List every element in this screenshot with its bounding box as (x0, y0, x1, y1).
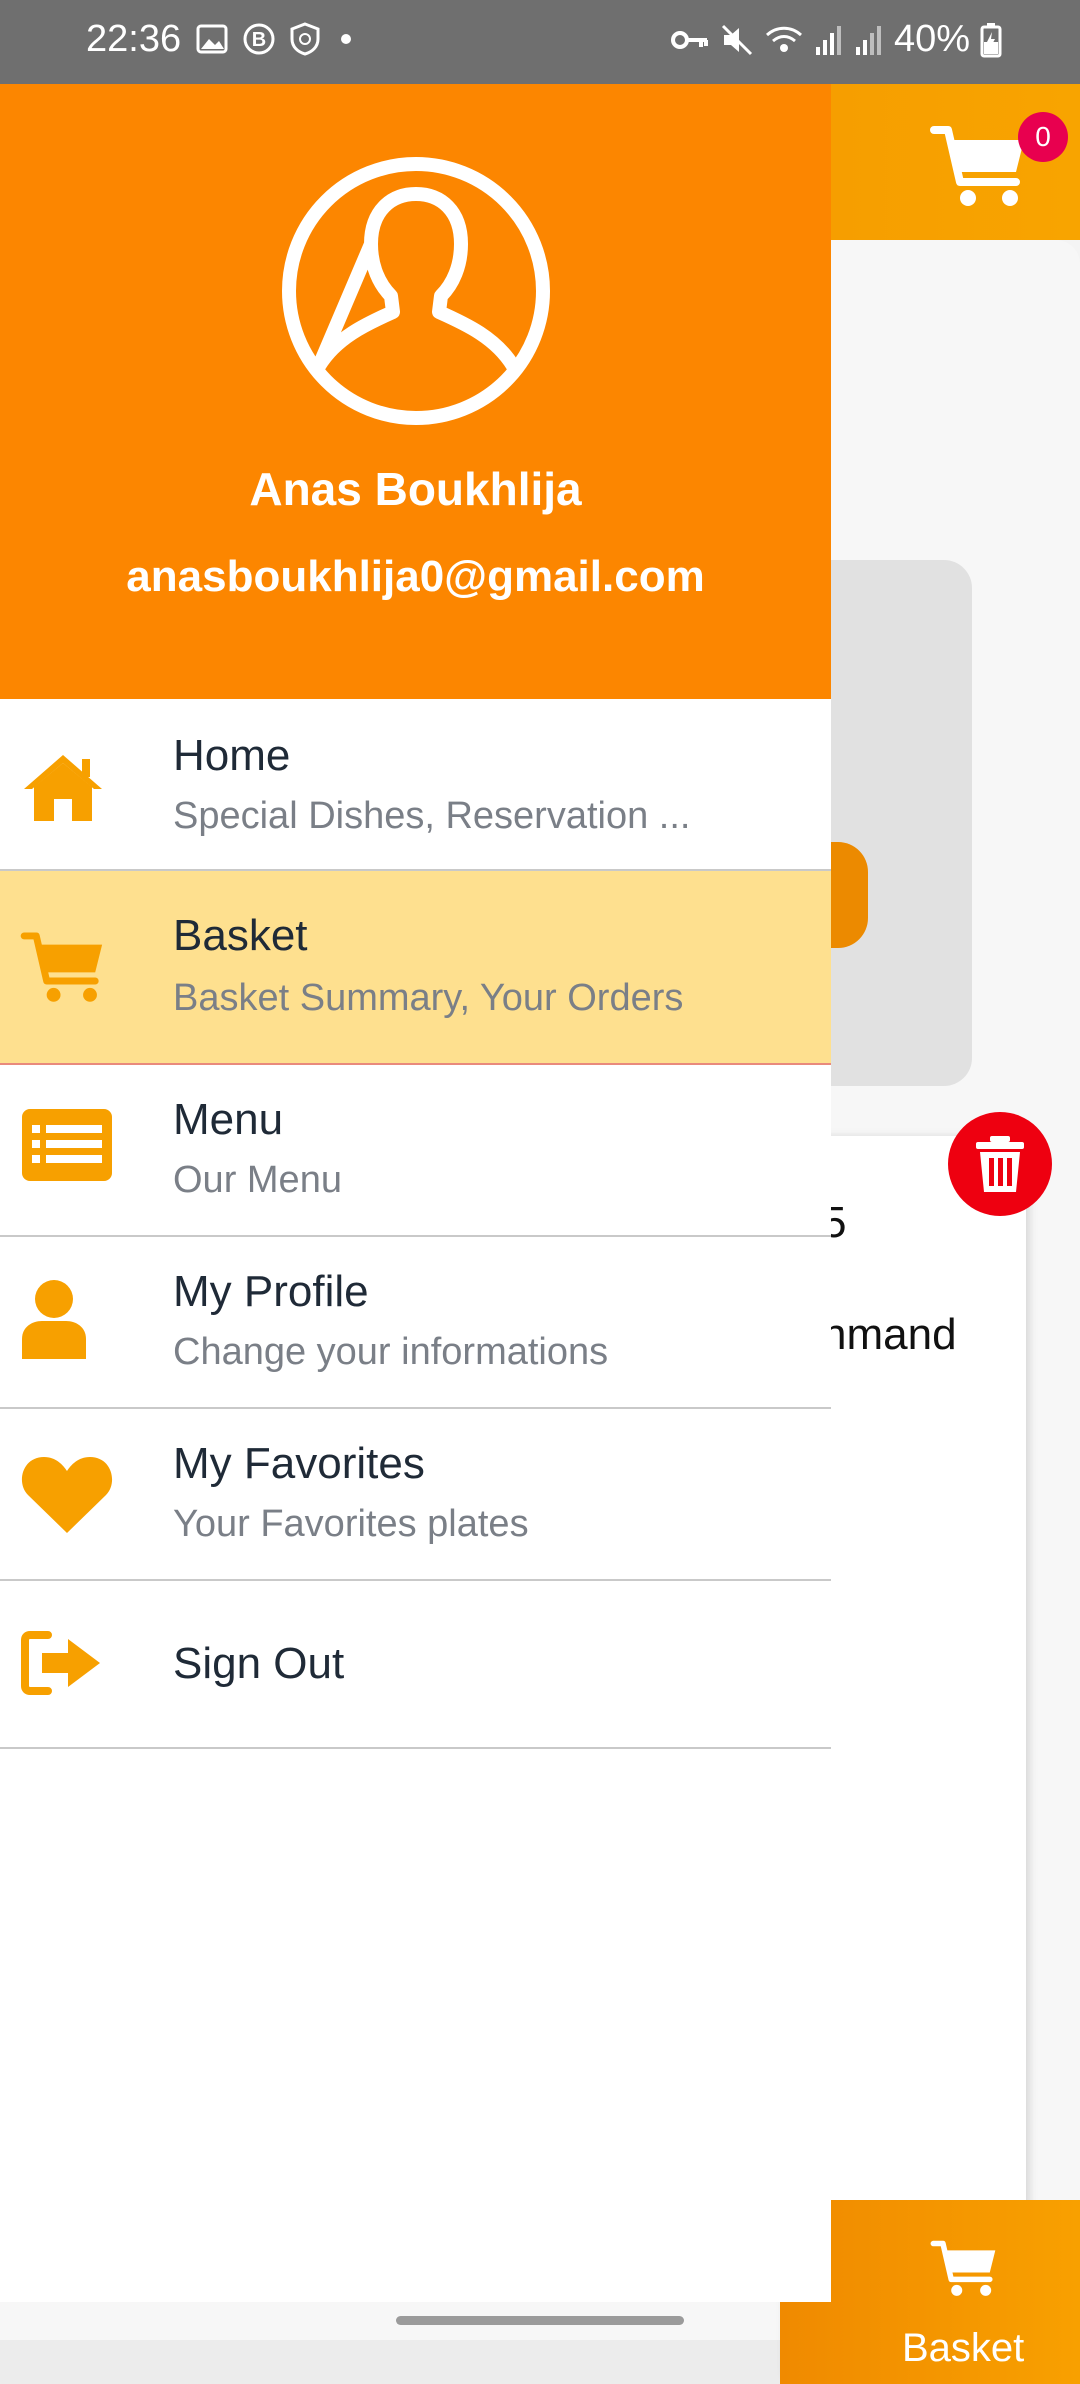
battery-icon (980, 22, 1002, 57)
drawer-item-title: My Favorites (173, 1439, 425, 1488)
drawer-item-title: My Profile (173, 1267, 369, 1316)
drawer-item-subtitle: Change your informations (173, 1331, 609, 1373)
drawer-item-profile[interactable]: My Profile Change your informations (0, 1237, 831, 1409)
drawer-item-sign-out[interactable]: Sign Out (0, 1581, 831, 1749)
cart-count-badge: 0 (1018, 112, 1068, 162)
drawer-item-title: Sign Out (173, 1639, 345, 1688)
svg-text:B: B (252, 29, 266, 51)
status-left-icons: B (196, 22, 358, 56)
drawer-item-menu[interactable]: Menu Our Menu (0, 1065, 831, 1237)
order-card-text: nmand (822, 1310, 957, 1359)
navigation-drawer: Anas Boukhlija anasboukhlija0@gmail.com … (0, 84, 831, 2302)
status-time: 22:36 (86, 18, 182, 60)
home-icon (24, 755, 102, 821)
battery-percent: 40% (893, 18, 970, 60)
gesture-nav-bar[interactable] (396, 2316, 684, 2325)
delete-button[interactable] (948, 1112, 1052, 1216)
shield-icon (290, 22, 320, 56)
cart-icon[interactable] (930, 122, 1030, 212)
menu-list-icon (22, 1109, 112, 1181)
avatar-icon[interactable] (281, 156, 551, 426)
heart-icon (21, 1457, 113, 1533)
dot-icon (341, 34, 351, 44)
drawer-item-title: Home (173, 731, 291, 780)
mute-icon (721, 24, 752, 55)
drawer-item-home[interactable]: Home Special Dishes, Reservation ... (0, 699, 831, 871)
signal-icon (855, 25, 881, 55)
status-bar: 22:36 B 40% (0, 0, 1080, 84)
drawer-item-title: Menu (173, 1095, 284, 1144)
drawer-item-subtitle: Our Menu (173, 1159, 342, 1201)
drawer-item-basket[interactable]: Basket Basket Summary, Your Orders (0, 871, 831, 1065)
cart-icon (20, 932, 103, 1002)
user-email: anasboukhlija0@gmail.com (126, 552, 705, 601)
drawer-item-subtitle: Special Dishes, Reservation ... (173, 795, 691, 837)
user-name: Anas Boukhlija (249, 463, 582, 515)
drawer-item-title: Basket (173, 911, 308, 960)
b-app-icon: B (243, 23, 275, 55)
cart-icon (930, 2240, 996, 2296)
drawer-item-subtitle: Your Favorites plates (173, 1503, 529, 1545)
wifi-icon (765, 26, 802, 52)
user-icon (22, 1280, 86, 1359)
sign-out-icon (21, 1631, 100, 1695)
status-right-icons: 40% (670, 18, 1002, 61)
drawer-item-subtitle: Basket Summary, Your Orders (173, 977, 684, 1019)
drawer-header: Anas Boukhlija anasboukhlija0@gmail.com (0, 84, 831, 699)
trash-icon (976, 1136, 1024, 1192)
signal-icon (815, 25, 841, 55)
drawer-item-favorites[interactable]: My Favorites Your Favorites plates (0, 1409, 831, 1581)
tab-basket-label: Basket (902, 2326, 1025, 2370)
image-icon (196, 24, 228, 54)
key-icon (670, 30, 708, 49)
